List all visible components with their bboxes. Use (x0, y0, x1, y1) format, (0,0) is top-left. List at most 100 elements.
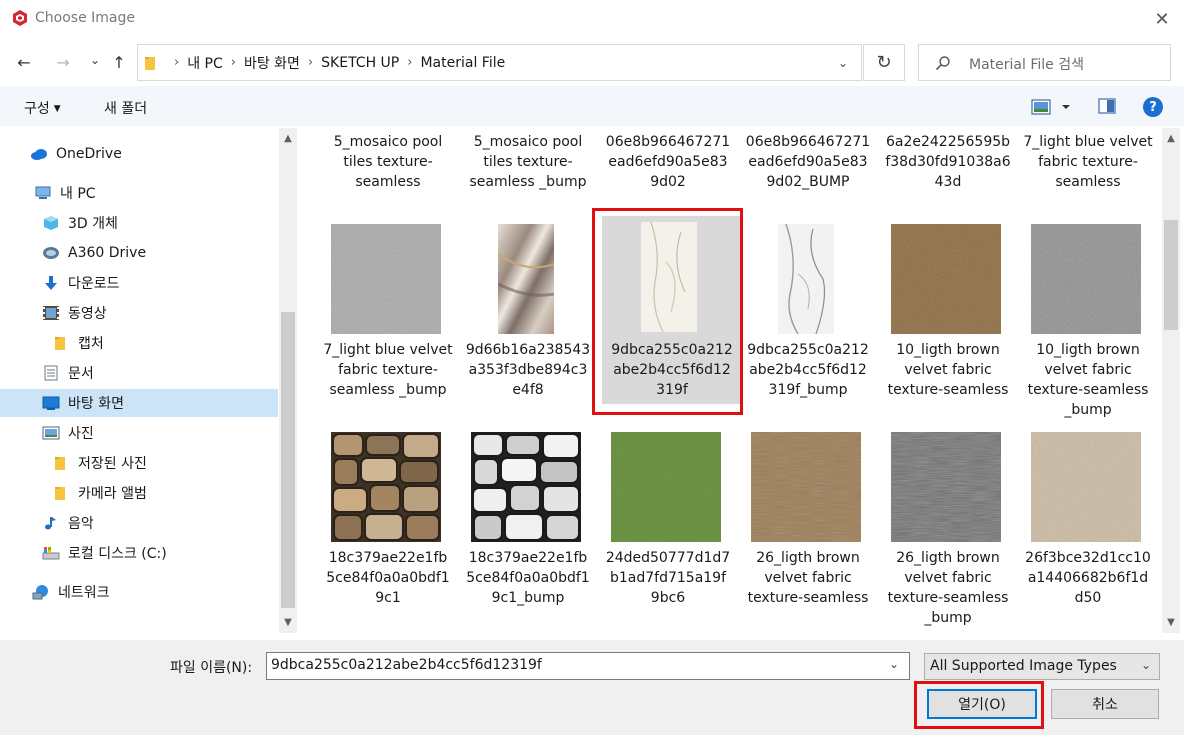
sidebar-item-camera-roll[interactable]: 카메라 앨범 (0, 479, 278, 507)
breadcrumb-separator: › (407, 55, 413, 70)
new-folder-button[interactable]: 새 폴더 (104, 98, 147, 118)
video-icon (43, 306, 59, 320)
sidebar-item-label: 캡처 (78, 336, 104, 352)
file-item[interactable]: 06e8b966467271 ead6efd90a5e83 9d02_BUMP (738, 132, 878, 192)
sidebar-scroll-thumb[interactable] (281, 312, 295, 608)
sidebar-item-my-pc[interactable]: 내 PC (0, 179, 278, 207)
recent-locations-button[interactable]: ⌄ (84, 48, 106, 72)
sidebar-item-label: 사진 (68, 426, 94, 442)
organize-button[interactable]: 구성 ▼ (24, 98, 61, 118)
folder-icon (55, 457, 65, 470)
scroll-up-icon[interactable]: ▲ (1162, 130, 1180, 146)
image-thumbnail (331, 224, 441, 334)
file-item[interactable]: 24ded50777d1d7 b1ad7fd715a19f 9bc6 (598, 428, 738, 628)
sidebar-item-local-disk[interactable]: 로컬 디스크 (C:) (0, 539, 278, 567)
sidebar-item-saved-pictures[interactable]: 저장된 사진 (0, 449, 278, 477)
scroll-down-icon[interactable]: ▼ (279, 614, 297, 630)
filename-input[interactable]: 9dbca255c0a212abe2b4cc5f6d12319f ⌄ (266, 652, 910, 680)
sidebar-item-music[interactable]: 음악 (0, 509, 278, 537)
new-folder-label: 새 폴더 (104, 101, 148, 117)
breadcrumb-separator: › (174, 55, 180, 70)
forward-button[interactable]: → (52, 50, 74, 74)
refresh-icon: ↻ (876, 52, 892, 73)
file-item[interactable]: 06e8b966467271 ead6efd90a5e83 9d02 (598, 132, 738, 192)
breadcrumb-sketch-up[interactable]: SKETCH UP (321, 55, 399, 71)
help-button[interactable]: ? (1143, 97, 1163, 117)
view-options-button[interactable] (1031, 98, 1073, 116)
file-item[interactable]: 18c379ae22e1fb 5ce84f0a0a0bdf1 9c1_bump (458, 428, 598, 628)
sidebar-item-label: 바탕 화면 (68, 396, 124, 412)
navigation-pane: OneDrive 내 PC 3D 개체 A360 Drive 다운로드 동영상 … (0, 128, 298, 633)
file-name: 9d66b16a238543 a353f3dbe894c3 e4f8 (465, 342, 591, 398)
scroll-up-icon[interactable]: ▲ (279, 130, 297, 146)
filetype-select[interactable]: All Supported Image Types ⌄ (924, 653, 1160, 680)
chevron-down-icon: ⌄ (1141, 658, 1152, 672)
sidebar-item-a360-drive[interactable]: A360 Drive (0, 239, 278, 267)
file-name: 18c379ae22e1fb 5ce84f0a0a0bdf1 9c1_bump (466, 550, 590, 606)
file-name: 10_ligth brown velvet fabric texture-sea… (887, 342, 1009, 398)
sidebar-item-documents[interactable]: 문서 (0, 359, 278, 387)
scroll-down-icon[interactable]: ▼ (1162, 614, 1180, 630)
sidebar-item-network[interactable]: 네트워크 (0, 578, 278, 606)
sidebar-item-downloads[interactable]: 다운로드 (0, 269, 278, 297)
file-item[interactable]: 5_mosaico pool tiles texture-seamless _b… (458, 132, 598, 192)
breadcrumb-desktop[interactable]: 바탕 화면 (244, 53, 300, 73)
sidebar-item-label: A360 Drive (68, 245, 147, 261)
file-grid-scroll-thumb[interactable] (1164, 220, 1178, 330)
organize-label: 구성 (24, 101, 50, 117)
sidebar-item-pictures[interactable]: 사진 (0, 419, 278, 447)
file-item[interactable]: 26_ligth brown velvet fabric texture-sea… (878, 428, 1018, 628)
breadcrumb-my-pc[interactable]: 내 PC (187, 53, 223, 73)
file-item[interactable]: 7_light blue velvet fabric texture-seaml… (318, 220, 458, 420)
file-item[interactable]: 26f3bce32d1cc10 a14406682b6f1d d50 (1018, 428, 1158, 628)
image-thumbnail (611, 432, 721, 542)
image-thumbnail (891, 432, 1001, 542)
file-item[interactable]: 18c379ae22e1fb 5ce84f0a0a0bdf1 9c1 (318, 428, 458, 628)
refresh-button[interactable]: ↻ (863, 44, 905, 81)
sidebar-item-label: 로컬 디스크 (C:) (68, 546, 167, 562)
file-item[interactable]: 9dbca255c0a212 abe2b4cc5f6d12 319f_bump (738, 220, 878, 420)
back-button[interactable]: ← (13, 50, 35, 74)
sidebar-item-captures[interactable]: 캡처 (0, 329, 278, 357)
address-dropdown-button[interactable]: ⌄ (833, 53, 853, 73)
sidebar-item-3d-objects[interactable]: 3D 개체 (0, 209, 278, 237)
sidebar-item-onedrive[interactable]: OneDrive (0, 140, 278, 168)
up-button[interactable]: ↑ (108, 50, 130, 74)
close-icon: ✕ (1154, 8, 1170, 30)
back-arrow-icon: ← (17, 52, 31, 72)
file-name: 26_ligth brown velvet fabric texture-sea… (747, 550, 869, 606)
file-item[interactable]: 6a2e242256595b f38d30fd91038a6 43d (878, 132, 1018, 192)
sidebar-item-desktop[interactable]: 바탕 화면 (0, 389, 278, 417)
file-item[interactable]: 10_ligth brown velvet fabric texture-sea… (1018, 220, 1158, 420)
file-name: 9dbca255c0a212 abe2b4cc5f6d12 319f_bump (747, 342, 869, 398)
chevron-down-icon: ⌄ (837, 56, 849, 70)
preview-pane-button[interactable] (1098, 98, 1116, 114)
image-thumbnail (891, 224, 1001, 334)
search-icon (935, 56, 950, 71)
sidebar-item-label: 내 PC (60, 186, 96, 202)
pc-icon (35, 186, 51, 199)
address-bar[interactable]: › 내 PC › 바탕 화면 › SKETCH UP › Material Fi… (137, 44, 862, 81)
chevron-down-icon[interactable]: ⌄ (889, 657, 899, 671)
file-item[interactable]: 10_ligth brown velvet fabric texture-sea… (878, 220, 1018, 420)
sidebar-item-label: 카메라 앨범 (78, 486, 147, 502)
search-input[interactable]: Material File 검색 (918, 44, 1171, 81)
folder-icon (145, 57, 155, 70)
close-button[interactable]: ✕ (1146, 4, 1178, 34)
sidebar-item-videos[interactable]: 동영상 (0, 299, 278, 327)
file-item[interactable]: 5_mosaico pool tiles texture-seamless (318, 132, 458, 192)
breadcrumb-material-file[interactable]: Material File (420, 55, 505, 71)
file-item[interactable]: 7_light blue velvet fabric texture-seaml… (1018, 132, 1158, 192)
file-name: 06e8b966467271 ead6efd90a5e83 9d02_BUMP (745, 134, 871, 190)
chevron-down-icon: ⌄ (89, 53, 101, 67)
command-toolbar: 구성 ▼ 새 폴더 ? (0, 86, 1184, 126)
file-item[interactable]: 9d66b16a238543 a353f3dbe894c3 e4f8 (458, 220, 598, 420)
cancel-button[interactable]: 취소 (1051, 689, 1159, 719)
file-grid-scrollbar[interactable]: ▲ ▼ (1162, 128, 1180, 633)
sidebar-scrollbar[interactable]: ▲ ▼ (279, 128, 297, 633)
3d-objects-icon (44, 216, 58, 230)
up-arrow-icon: ↑ (112, 52, 126, 72)
network-icon (32, 585, 48, 600)
music-icon (45, 517, 56, 530)
file-item[interactable]: 26_ligth brown velvet fabric texture-sea… (738, 428, 878, 628)
